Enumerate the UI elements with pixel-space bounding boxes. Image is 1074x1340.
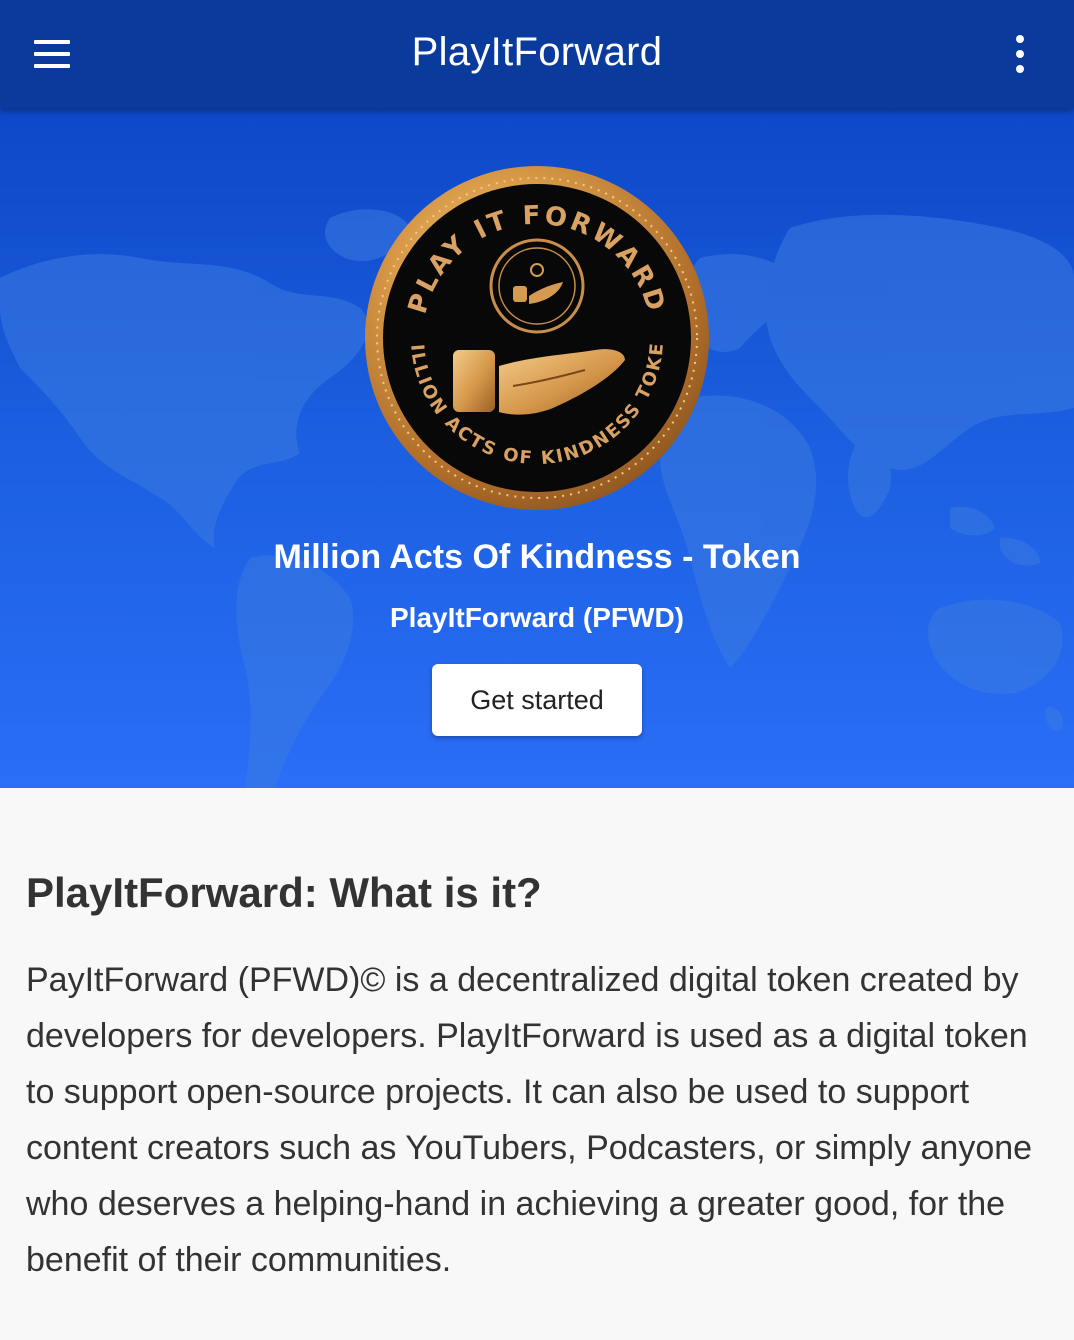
pfwd-coin-logo: PLAY IT FORWARD MILLION ACTS OF KINDNESS…: [353, 148, 711, 512]
hero-banner: PLAY IT FORWARD MILLION ACTS OF KINDNESS…: [0, 108, 1074, 788]
app-title: PlayItForward: [411, 30, 663, 74]
hero-subtitle: PlayItForward (PFWD): [389, 602, 684, 633]
app-bar: PlayItForward: [0, 0, 1074, 108]
about-section: PlayItForward: What is it? PayItForward …: [26, 788, 1056, 1288]
more-vert-icon[interactable]: [996, 30, 1044, 78]
section-body: PayItForward (PFWD)© is a decentralized …: [26, 961, 1033, 1279]
get-started-button[interactable]: Get started: [432, 664, 642, 736]
hero-title: Million Acts Of Kindness - Token: [273, 538, 801, 576]
section-heading: PlayItForward: What is it?: [26, 869, 542, 916]
